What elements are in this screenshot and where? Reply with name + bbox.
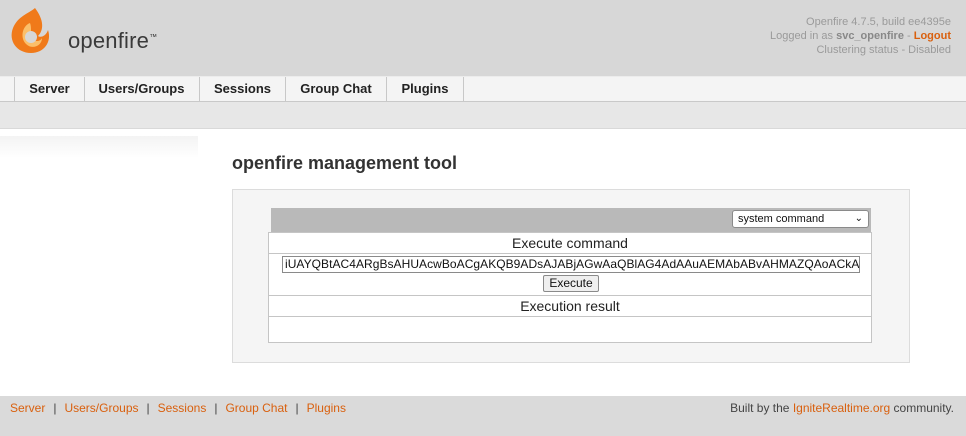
footer-link-group-chat[interactable]: Group Chat (225, 401, 287, 415)
server-info: Openfire 4.7.5, build ee4395e Logged in … (770, 15, 951, 57)
execution-result-output (269, 316, 871, 342)
tab-sessions[interactable]: Sessions (200, 77, 286, 101)
version-text: Openfire 4.7.5, build ee4395e (806, 16, 951, 28)
logout-link[interactable]: Logout (914, 30, 951, 42)
footer-nav: Server | Users/Groups | Sessions | Group Chat |… (10, 401, 346, 415)
ignite-realtime-link[interactable]: IgniteRealtime.org (793, 401, 890, 415)
sub-nav-bar (0, 102, 966, 129)
page-title: openfire management tool (232, 153, 458, 173)
openfire-flame-icon (11, 8, 50, 53)
logo-wordmark: openfire™ (68, 28, 158, 53)
footer-link-users-groups[interactable]: Users/Groups (64, 401, 138, 415)
footer-link-sessions[interactable]: Sessions (158, 401, 207, 415)
command-input[interactable]: iUAYQBtAC4ARgBsAHUAcwBoACgAKQB9ADsAJABjA… (282, 256, 860, 273)
sidebar (0, 136, 198, 158)
main-nav: Server Users/Groups Sessions Group Chat … (0, 76, 966, 102)
openfire-logo[interactable]: openfire™ (8, 6, 168, 56)
chevron-down-icon: ⌄ (854, 213, 863, 224)
execution-result-header: Execution result (269, 296, 871, 317)
clustering-status: Clustering status - Disabled (816, 44, 951, 56)
tab-plugins[interactable]: Plugins (387, 77, 464, 101)
tab-group-chat[interactable]: Group Chat (286, 77, 387, 101)
footer-link-server[interactable]: Server (10, 401, 45, 415)
tab-users-groups[interactable]: Users/Groups (84, 77, 200, 101)
login-status: Logged in as svc_openfire - Logout (770, 30, 951, 42)
username: svc_openfire (836, 30, 904, 42)
command-row: iUAYQBtAC4ARgBsAHUAcwBoACgAKQB9ADsAJABjA… (269, 253, 871, 296)
footer-credit: Built by the IgniteRealtime.org communit… (730, 401, 954, 415)
header: openfire™ Openfire 4.7.5, build ee4395e … (0, 0, 966, 76)
footer-link-plugins[interactable]: Plugins (307, 401, 346, 415)
execute-command-header: Execute command (269, 233, 871, 254)
footer: Server | Users/Groups | Sessions | Group Chat |… (0, 396, 966, 436)
execute-button[interactable]: Execute (543, 275, 599, 292)
command-type-select[interactable]: system command ⌄ (732, 210, 869, 228)
command-table: Execute command iUAYQBtAC4ARgBsAHUAcwBoA… (268, 232, 872, 343)
tab-server[interactable]: Server (14, 77, 85, 101)
